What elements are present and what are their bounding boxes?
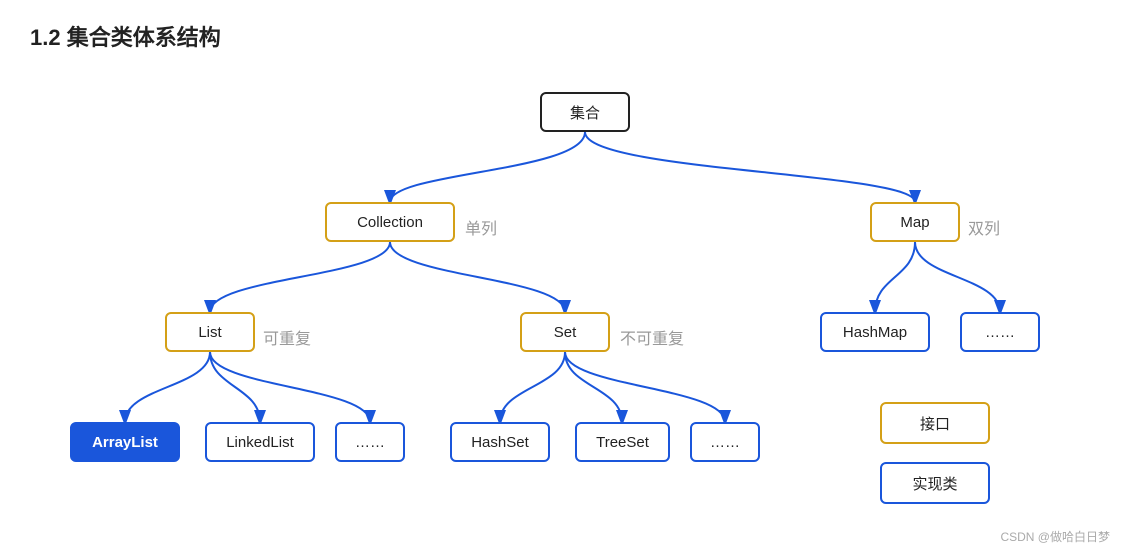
node-hashset: HashSet bbox=[450, 422, 550, 462]
node-collection: Collection bbox=[325, 202, 455, 242]
node-hashmap: HashMap bbox=[820, 312, 930, 352]
legend-interface-box: 接口 bbox=[880, 402, 990, 444]
diagram: 集合 Collection 单列 Map 双列 List 可重复 Set bbox=[30, 62, 1100, 532]
page-title: 1.2 集合类体系结构 bbox=[30, 20, 1100, 52]
legend-interface: 接口 bbox=[880, 402, 990, 444]
legend-impl-box: 实现类 bbox=[880, 462, 990, 504]
node-list: List bbox=[165, 312, 255, 352]
node-linkedlist: LinkedList bbox=[205, 422, 315, 462]
node-map-etc: …… bbox=[960, 312, 1040, 352]
node-set: Set bbox=[520, 312, 610, 352]
node-set-etc: …… bbox=[690, 422, 760, 462]
legend-impl: 实现类 bbox=[880, 462, 990, 504]
node-arraylist: ArrayList bbox=[70, 422, 180, 462]
page: 1.2 集合类体系结构 bbox=[0, 0, 1130, 553]
node-treeset: TreeSet bbox=[575, 422, 670, 462]
node-list-etc: …… bbox=[335, 422, 405, 462]
label-no-repeat: 不可重复 bbox=[620, 325, 684, 349]
node-map: Map bbox=[870, 202, 960, 242]
footer-text: CSDN @做哈白日梦 bbox=[1000, 528, 1110, 545]
label-double: 双列 bbox=[968, 215, 1000, 239]
label-repeatable: 可重复 bbox=[263, 325, 311, 349]
label-single: 单列 bbox=[465, 215, 497, 239]
node-root: 集合 bbox=[540, 92, 630, 132]
